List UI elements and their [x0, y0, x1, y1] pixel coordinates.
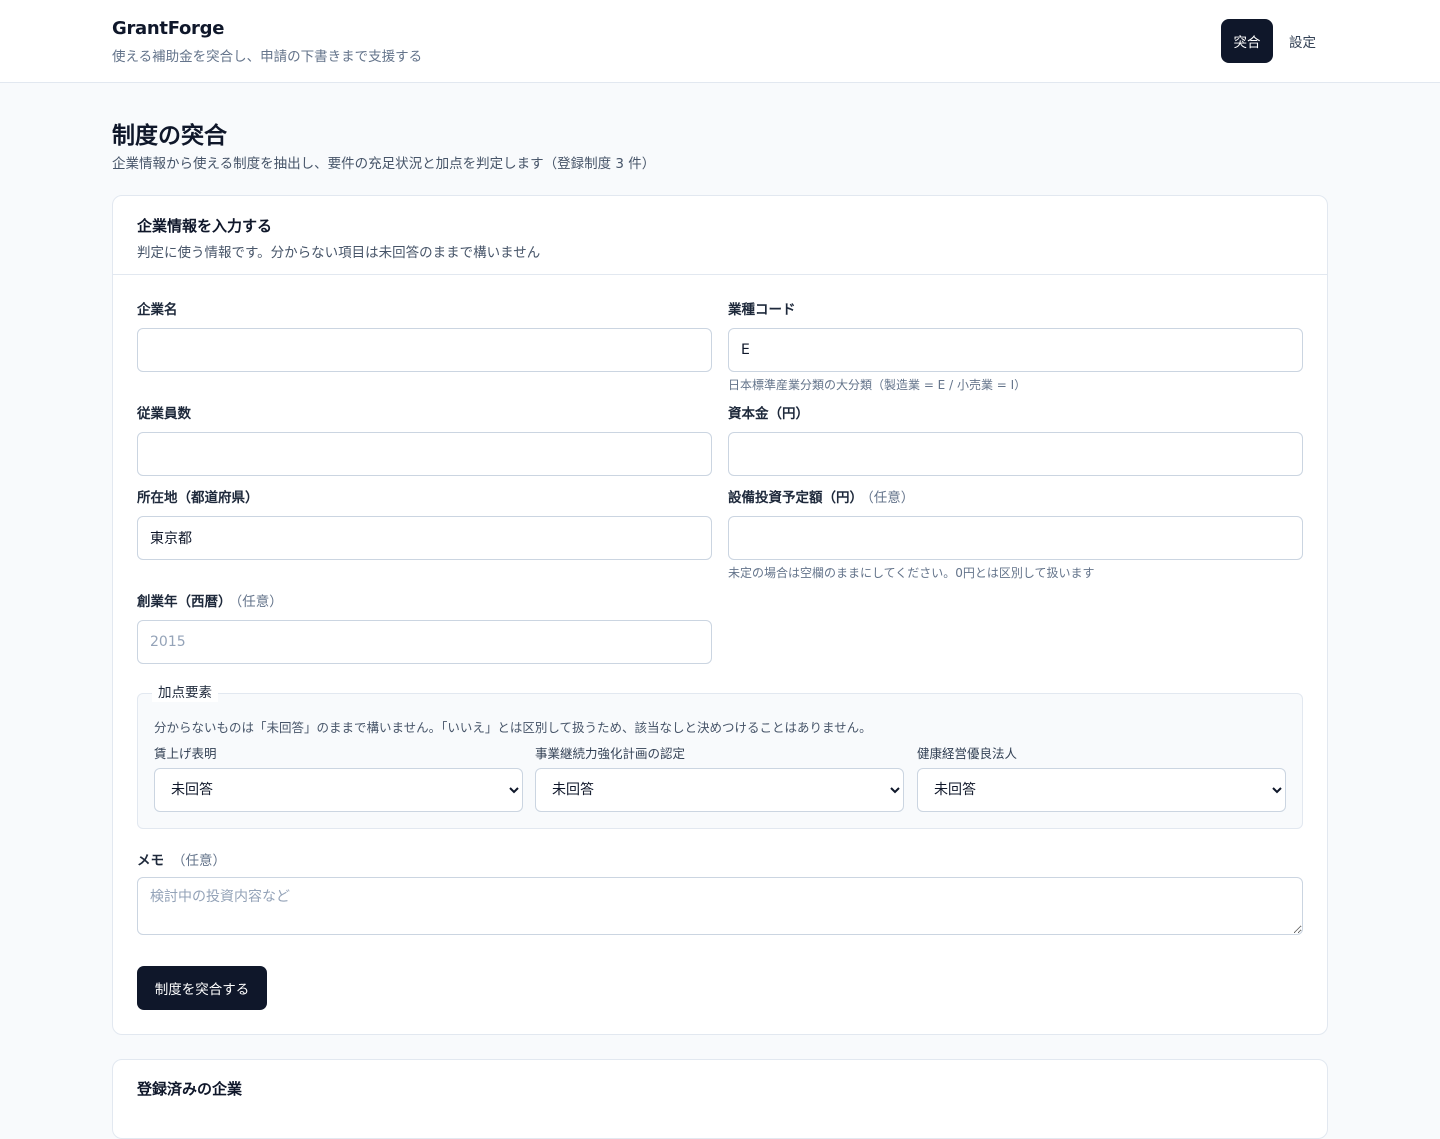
card-header: 企業情報を入力する 判定に使う情報です。分からない項目は未回答のままで構いません: [113, 196, 1327, 275]
employees-field: 従業員数: [137, 404, 712, 476]
bcp-certification-select[interactable]: 未回答: [535, 768, 904, 812]
prefecture-label: 所在地（都道府県）: [137, 490, 259, 506]
capex-input[interactable]: [728, 516, 1303, 560]
founded-year-field: 創業年（西暦） （任意）: [137, 592, 712, 664]
memo-label-row: メモ （任意）: [137, 851, 1303, 871]
wage-increase-label: 賃上げ表明: [154, 746, 217, 761]
wage-increase-field: 賃上げ表明 未回答: [154, 746, 523, 812]
nav-settings-button[interactable]: 設定: [1277, 19, 1328, 63]
capital-input[interactable]: [728, 432, 1303, 476]
nav-match-button[interactable]: 突合: [1221, 19, 1273, 63]
bcp-certification-field: 事業継続力強化計画の認定 未回答: [535, 746, 904, 812]
memo-textarea[interactable]: [137, 877, 1303, 935]
employees-label: 従業員数: [137, 406, 191, 422]
prefecture-input[interactable]: [137, 516, 712, 560]
bonus-fieldset: 加点要素 分からないものは「未回答」のままで構いません。「いいえ」とは区別して扱…: [137, 684, 1303, 829]
company-name-label: 企業名: [137, 302, 178, 318]
health-management-select[interactable]: 未回答: [917, 768, 1286, 812]
brand-name[interactable]: GrantForge: [112, 18, 422, 39]
card-title: 企業情報を入力する: [137, 217, 273, 235]
health-management-label: 健康経営優良法人: [917, 746, 1018, 761]
company-info-card: 企業情報を入力する 判定に使う情報です。分からない項目は未回答のままで構いません…: [112, 195, 1328, 1035]
industry-code-hint: 日本標準産業分類の大分類（製造業 = E / 小売業 = I）: [728, 378, 1027, 392]
bonus-legend: 加点要素: [152, 684, 218, 702]
page-title: 制度の突合: [112, 123, 227, 149]
industry-code-field: 業種コード 日本標準産業分類の大分類（製造業 = E / 小売業 = I）: [728, 300, 1303, 393]
employees-input[interactable]: [137, 432, 712, 476]
company-name-input[interactable]: [137, 328, 712, 372]
health-management-field: 健康経営優良法人 未回答: [917, 746, 1286, 812]
capex-hint: 未定の場合は空欄のままにしてください。0円とは区別して扱います: [728, 566, 1095, 580]
prefecture-field: 所在地（都道府県）: [137, 488, 712, 560]
wage-increase-select[interactable]: 未回答: [154, 768, 523, 812]
page-subtitle: 企業情報から使える制度を抽出し、要件の充足状況と加点を判定します（登録制度 3 …: [112, 156, 656, 172]
industry-code-label: 業種コード: [728, 302, 796, 318]
capex-label: 設備投資予定額（円）: [728, 490, 863, 506]
capital-label: 資本金（円）: [728, 406, 809, 422]
app-header: GrantForge 使える補助金を突合し、申請の下書きまで支援する 突合 設定: [0, 0, 1440, 83]
memo-label: メモ: [137, 853, 164, 869]
capex-label-row: 設備投資予定額（円） （任意）: [728, 488, 1303, 508]
founded-year-label: 創業年（西暦）: [137, 594, 232, 610]
card-description: 判定に使う情報です。分からない項目は未回答のままで構いません: [137, 245, 541, 261]
capex-optional: （任意）: [867, 490, 915, 506]
founded-year-input[interactable]: [137, 620, 712, 664]
registered-companies-title: 登録済みの企業: [137, 1080, 243, 1098]
brand-tagline: 使える補助金を突合し、申請の下書きまで支援する: [112, 49, 423, 65]
company-name-field: 企業名: [137, 300, 712, 372]
memo-optional: （任意）: [172, 853, 226, 869]
bonus-note: 分からないものは「未回答」のままで構いません。「いいえ」とは区別して扱うため、該…: [154, 720, 872, 735]
registered-companies-card: 登録済みの企業: [112, 1059, 1328, 1139]
top-nav: 突合 設定: [1221, 19, 1328, 63]
match-submit-button[interactable]: 制度を突合する: [137, 966, 267, 1010]
capex-field: 設備投資予定額（円） （任意） 未定の場合は空欄のままにしてください。0円とは区別…: [728, 488, 1303, 581]
memo-field: メモ （任意）: [137, 851, 1303, 939]
brand: GrantForge 使える補助金を突合し、申請の下書きまで支援する: [112, 18, 422, 65]
capital-field: 資本金（円）: [728, 404, 1303, 476]
bcp-certification-label: 事業継続力強化計画の認定: [535, 746, 686, 761]
industry-code-input[interactable]: [728, 328, 1303, 372]
founded-year-label-row: 創業年（西暦） （任意）: [137, 592, 712, 612]
founded-year-optional: （任意）: [235, 594, 283, 610]
